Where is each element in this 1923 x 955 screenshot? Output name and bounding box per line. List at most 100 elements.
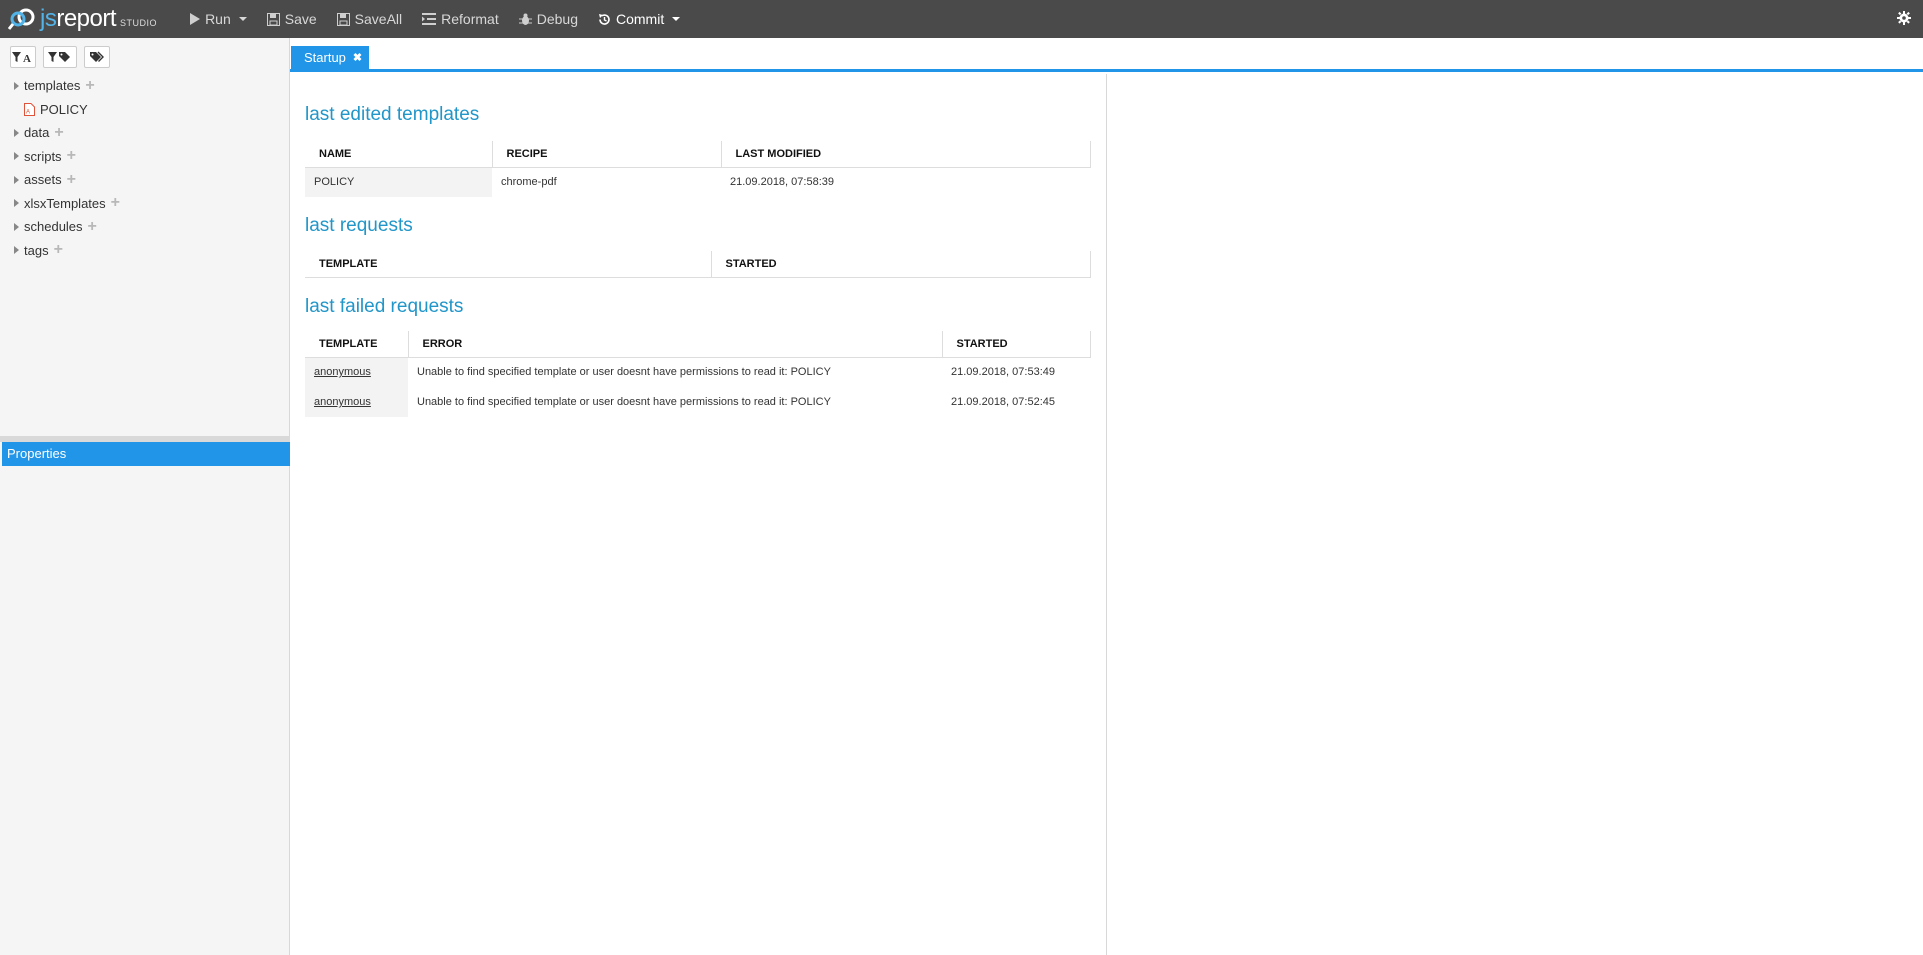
- tree-node-policy[interactable]: A POLICY: [0, 98, 289, 122]
- reformat-label: Reformat: [441, 11, 499, 27]
- filter-by-tag-button[interactable]: [43, 46, 77, 68]
- commit-button[interactable]: Commit: [588, 0, 690, 38]
- history-icon: [598, 13, 610, 25]
- column-header: RECIPE: [492, 141, 722, 168]
- bug-icon: [518, 13, 532, 25]
- expand-triangle-icon[interactable]: [14, 222, 19, 231]
- tab-bar: Startup ✖: [290, 38, 1923, 72]
- debug-button[interactable]: Debug: [509, 0, 588, 38]
- preview-pane: [1107, 74, 1923, 955]
- tree-node-label: templates: [24, 78, 81, 94]
- column-header: ERROR: [408, 331, 943, 358]
- close-icon[interactable]: ✖: [353, 51, 362, 64]
- tree-node-label: data: [24, 125, 50, 141]
- chevron-down-icon[interactable]: [238, 17, 247, 21]
- add-icon[interactable]: +: [67, 148, 76, 164]
- run-label: Run: [205, 11, 231, 27]
- column-header: LAST MODIFIED: [721, 141, 1091, 168]
- expand-triangle-icon[interactable]: [14, 175, 19, 184]
- pdf-file-icon: A: [24, 102, 35, 116]
- tags-icon: [90, 51, 104, 62]
- column-header: STARTED: [942, 331, 1091, 358]
- floppy-icon: [266, 12, 280, 26]
- tree-node-label: xlsxTemplates: [24, 195, 106, 211]
- last-requests-heading: last requests: [305, 215, 413, 236]
- column-header: TEMPLATE: [305, 331, 409, 358]
- add-icon[interactable]: +: [85, 77, 94, 94]
- tree-node-label: POLICY: [40, 101, 88, 117]
- started-cell: 21.09.2018, 07:53:49: [951, 366, 1055, 379]
- entity-tree-panel: A templates + A POLICY data + scripts +: [0, 38, 290, 955]
- save-all-label: SaveAll: [354, 11, 403, 27]
- expand-triangle-icon[interactable]: [14, 128, 19, 137]
- run-button[interactable]: Run: [179, 0, 257, 38]
- filter-tag-icon: [48, 52, 70, 62]
- table-row[interactable]: anonymous Unable to find specified templ…: [305, 357, 1091, 387]
- tree-node-schedules[interactable]: schedules +: [0, 215, 289, 239]
- properties-header[interactable]: Properties: [2, 442, 290, 466]
- svg-text:A: A: [23, 53, 31, 63]
- add-icon[interactable]: +: [88, 218, 97, 235]
- started-cell: 21.09.2018, 07:52:45: [951, 396, 1055, 408]
- column-header: STARTED: [711, 251, 1091, 278]
- last-edited-table: NAME RECIPE LAST MODIFIED POLICY chrome-…: [305, 141, 1091, 197]
- tree-node-label: assets: [24, 172, 62, 188]
- tree-node-assets[interactable]: assets +: [0, 168, 289, 192]
- template-cell[interactable]: anonymous: [305, 357, 408, 387]
- table-row[interactable]: POLICY chrome-pdf 21.09.2018, 07:58:39: [305, 167, 1091, 197]
- template-name-cell[interactable]: POLICY: [305, 167, 492, 197]
- column-header: NAME: [305, 141, 493, 168]
- expand-triangle-icon[interactable]: [14, 81, 19, 90]
- add-icon[interactable]: +: [54, 242, 63, 258]
- error-cell: Unable to find specified template or use…: [417, 366, 831, 379]
- tags-button[interactable]: [84, 46, 110, 68]
- template-cell[interactable]: anonymous: [305, 387, 408, 417]
- expand-triangle-icon[interactable]: [14, 152, 19, 161]
- last-failed-table: TEMPLATE ERROR STARTED anonymous Unable …: [305, 331, 1091, 417]
- logo-magnifier-icon: [7, 7, 36, 31]
- tree-node-tags[interactable]: tags +: [0, 239, 289, 263]
- filter-text-icon: A: [12, 52, 31, 63]
- expand-triangle-icon[interactable]: [14, 199, 19, 208]
- column-header: TEMPLATE: [305, 251, 712, 278]
- error-cell: Unable to find specified template or use…: [417, 396, 831, 408]
- last-modified-cell: 21.09.2018, 07:58:39: [730, 176, 834, 189]
- svg-text:A: A: [26, 109, 30, 115]
- add-icon[interactable]: +: [67, 171, 76, 188]
- last-requests-table: TEMPLATE STARTED: [305, 251, 1091, 278]
- commit-label: Commit: [615, 11, 665, 27]
- tree-node-label: schedules: [24, 219, 83, 235]
- tab-label: Startup: [304, 50, 346, 65]
- save-label: Save: [284, 11, 317, 27]
- last-edited-heading: last edited templates: [305, 104, 480, 125]
- template-link[interactable]: anonymous: [314, 396, 371, 408]
- tab-startup[interactable]: Startup ✖: [291, 46, 370, 69]
- startup-page: last edited templates NAME RECIPE LAST M…: [290, 74, 1107, 955]
- add-icon[interactable]: +: [111, 195, 120, 211]
- expand-triangle-icon[interactable]: [14, 246, 19, 255]
- recipe-cell: chrome-pdf: [501, 176, 557, 189]
- template-link[interactable]: anonymous: [314, 366, 371, 378]
- tree-node-scripts[interactable]: scripts +: [0, 145, 289, 169]
- play-icon: [190, 13, 201, 25]
- tree-node-label: scripts: [24, 148, 62, 164]
- jsreport-logo: jsreport STUDIO: [7, 0, 158, 38]
- filter-by-name-button[interactable]: A: [10, 46, 36, 68]
- save-button[interactable]: Save: [257, 0, 327, 38]
- chevron-down-icon[interactable]: [672, 17, 681, 21]
- table-row[interactable]: anonymous Unable to find specified templ…: [305, 387, 1091, 417]
- floppy-icon: [336, 12, 350, 26]
- tree-node-data[interactable]: data +: [0, 121, 289, 145]
- save-all-button[interactable]: SaveAll: [327, 0, 412, 38]
- logo-studio: STUDIO: [120, 18, 158, 28]
- logo-text: jsreport: [40, 5, 117, 32]
- tree-node-label: tags: [24, 242, 49, 258]
- top-toolbar: jsreport STUDIO Run Save SaveAll Reforma…: [0, 0, 1923, 38]
- tree-node-xlsx-templates[interactable]: xlsxTemplates +: [0, 192, 289, 216]
- tree-node-templates[interactable]: templates +: [0, 74, 289, 98]
- reformat-button[interactable]: Reformat: [412, 0, 509, 38]
- tree-filter-bar: A: [0, 38, 289, 68]
- add-icon[interactable]: +: [54, 124, 63, 141]
- gear-icon[interactable]: [1897, 11, 1911, 28]
- entity-tree: templates + A POLICY data + scripts + as…: [0, 74, 289, 262]
